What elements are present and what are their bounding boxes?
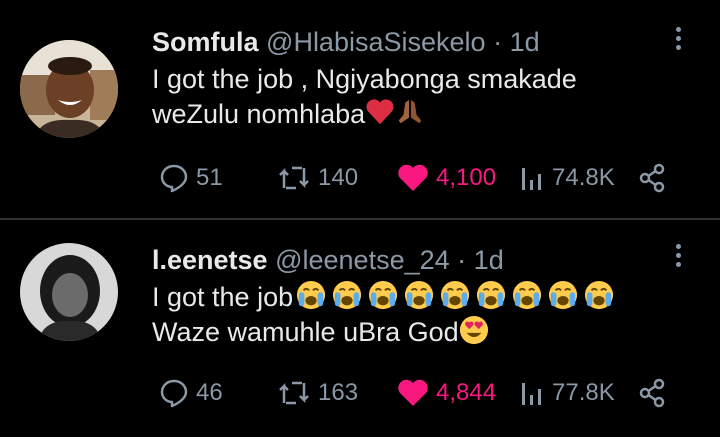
tweet-header: Somfula @HlabisaSisekelo · 1d xyxy=(152,27,540,58)
loudly-crying-face-icon xyxy=(440,280,471,310)
crying-emoji-group xyxy=(293,280,617,312)
tweet-line: I got the job xyxy=(152,282,294,312)
like-button[interactable]: 4,844 xyxy=(396,373,496,413)
heart-icon xyxy=(398,164,428,191)
reply-count: 51 xyxy=(196,164,223,191)
reply-icon xyxy=(160,379,188,408)
views-button[interactable]: 77.8K xyxy=(520,373,615,413)
timestamp[interactable]: 1d xyxy=(474,245,504,275)
display-name[interactable]: l.eenetse xyxy=(152,245,268,275)
action-bar: 51 140 4,100 74.8K xyxy=(0,158,720,198)
reply-button[interactable]: 51 xyxy=(158,158,223,198)
tweet-text: I got the job , Ngiyabonga smakade weZul… xyxy=(152,62,577,132)
tweet-line: I got the job , Ngiyabonga smakade xyxy=(152,64,577,94)
tweet-line-with-emoji: Waze wamuhle uBra God xyxy=(152,315,617,350)
retweet-button[interactable]: 163 xyxy=(276,373,358,413)
view-count: 77.8K xyxy=(552,379,615,406)
avatar[interactable] xyxy=(20,243,118,341)
view-count: 74.8K xyxy=(552,164,615,191)
loudly-crying-face-icon xyxy=(512,280,543,310)
action-bar: 46 163 4,844 77.8K xyxy=(0,373,720,413)
reply-icon xyxy=(160,164,188,193)
tweet-line-with-emoji: weZulu nomhlaba xyxy=(152,97,577,132)
heart-icon xyxy=(398,379,428,406)
loudly-crying-face-icon xyxy=(332,280,363,310)
user-handle[interactable]: @leenetse_24 xyxy=(275,245,450,275)
user-handle[interactable]: @HlabisaSisekelo xyxy=(266,27,486,57)
red-heart-icon xyxy=(366,99,394,125)
separator-dot: · xyxy=(493,27,503,57)
share-icon xyxy=(639,163,665,193)
reply-count: 46 xyxy=(196,379,223,406)
loudly-crying-face-icon xyxy=(368,280,399,310)
loudly-crying-face-icon xyxy=(296,280,327,310)
tweet-line-with-emoji: I got the job xyxy=(152,280,617,315)
share-icon xyxy=(639,378,665,408)
loudly-crying-face-icon xyxy=(548,280,579,310)
retweet-icon xyxy=(279,381,309,405)
tweet-2[interactable]: l.eenetse @leenetse_24 · 1d I got the jo… xyxy=(0,220,720,437)
more-options-icon[interactable] xyxy=(670,27,686,57)
more-options-icon[interactable] xyxy=(670,244,686,274)
tweet-1[interactable]: Somfula @HlabisaSisekelo · 1d I got the … xyxy=(0,0,720,218)
heart-eyes-icon xyxy=(459,315,488,345)
tweet-text: I got the job Waze wamuhle uBra God xyxy=(152,280,617,350)
tweet-line: Waze wamuhle uBra God xyxy=(152,317,459,347)
loudly-crying-face-icon xyxy=(476,280,507,310)
views-icon xyxy=(522,168,541,190)
share-button[interactable] xyxy=(638,373,666,413)
like-button[interactable]: 4,100 xyxy=(396,158,496,198)
folded-hands-icon xyxy=(398,99,422,124)
loudly-crying-face-icon xyxy=(584,280,615,310)
tweet-line: weZulu nomhlaba xyxy=(152,99,366,129)
like-count: 4,100 xyxy=(436,164,497,191)
display-name[interactable]: Somfula xyxy=(152,27,259,57)
tweet-header: l.eenetse @leenetse_24 · 1d xyxy=(152,245,504,276)
share-button[interactable] xyxy=(638,158,666,198)
timestamp[interactable]: 1d xyxy=(510,27,540,57)
like-count: 4,844 xyxy=(436,379,497,406)
loudly-crying-face-icon xyxy=(404,280,435,310)
separator-dot: · xyxy=(457,245,467,275)
retweet-button[interactable]: 140 xyxy=(276,158,358,198)
views-button[interactable]: 74.8K xyxy=(520,158,615,198)
retweet-count: 163 xyxy=(318,379,359,406)
reply-button[interactable]: 46 xyxy=(158,373,223,413)
avatar[interactable] xyxy=(20,40,118,138)
views-icon xyxy=(522,383,541,405)
retweet-count: 140 xyxy=(318,164,359,191)
retweet-icon xyxy=(279,166,309,190)
